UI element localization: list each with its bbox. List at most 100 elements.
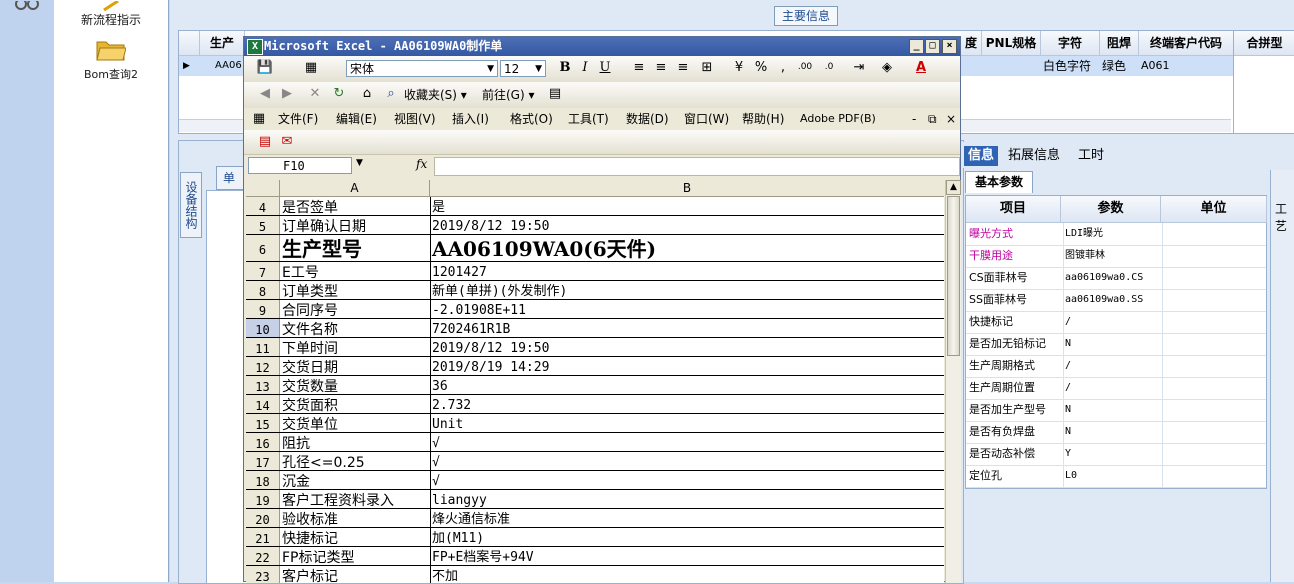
cell-label[interactable]: 客户标记	[280, 566, 431, 583]
cell-value[interactable]: √	[430, 452, 942, 470]
param-row[interactable]: 生产周期格式 /	[966, 355, 1266, 378]
cell-label[interactable]: 交货日期	[280, 357, 431, 375]
param-value[interactable]: N	[1062, 333, 1163, 355]
cell-value[interactable]: 烽火通信标准	[430, 509, 942, 527]
tab-basic-params[interactable]: 基本参数	[965, 171, 1033, 193]
param-unit[interactable]	[1162, 289, 1265, 311]
cell-value[interactable]: 1201427	[430, 262, 942, 280]
excel-doc-icon[interactable]: ▦	[250, 110, 268, 127]
forward-icon[interactable]: ▶	[278, 85, 296, 102]
menu-edit[interactable]: 编辑(E)	[336, 110, 377, 128]
menu-window[interactable]: 窗口(W)	[684, 110, 729, 128]
merge-center-icon[interactable]: ⊞	[698, 59, 716, 76]
folder-icon[interactable]	[96, 36, 127, 62]
param-unit[interactable]	[1162, 311, 1265, 333]
param-value[interactable]: aa06109wa0.CS	[1062, 267, 1163, 289]
home-icon[interactable]: ⌂	[358, 85, 376, 102]
param-row[interactable]: 快捷标记 /	[966, 311, 1266, 334]
comma-icon[interactable]: ,	[774, 59, 792, 76]
cell-label[interactable]: 订单类型	[280, 281, 431, 299]
tab-info[interactable]: 信息	[964, 146, 998, 166]
row-number[interactable]: 19	[246, 490, 280, 508]
excel-title-bar[interactable]: X Microsoft Excel - AA06109WA0制作单 _ □ ×	[244, 37, 960, 56]
font-color-icon[interactable]: A	[912, 59, 930, 76]
param-row[interactable]: 是否动态补偿 Y	[966, 443, 1266, 466]
cell-label[interactable]: 交货数量	[280, 376, 431, 394]
fill-color-icon[interactable]: ◈	[878, 59, 896, 76]
param-unit[interactable]	[1162, 333, 1265, 355]
param-unit[interactable]	[1162, 355, 1265, 377]
cell-value[interactable]: 加(M11)	[430, 528, 942, 546]
align-left-icon[interactable]: ≡	[630, 59, 648, 76]
row-number[interactable]: 17	[246, 452, 280, 470]
select-all-corner[interactable]	[246, 180, 280, 196]
italic-button[interactable]: I	[576, 59, 594, 76]
param-unit[interactable]	[1162, 465, 1265, 487]
param-unit[interactable]	[1162, 223, 1265, 245]
cell-label[interactable]: 快捷标记	[280, 528, 431, 546]
param-value[interactable]: N	[1062, 421, 1163, 443]
formula-input[interactable]	[434, 157, 960, 176]
row-number[interactable]: 16	[246, 433, 280, 451]
percent-icon[interactable]: %	[752, 59, 770, 76]
grid-header[interactable]: PNL规格	[982, 31, 1041, 56]
pdf-icon[interactable]: ▤	[256, 133, 274, 150]
grid-cell[interactable]: AA06	[215, 56, 245, 76]
cell-value[interactable]: 7202461R1B	[430, 319, 942, 337]
param-value[interactable]: /	[1062, 311, 1163, 333]
grid-header[interactable]: 阻焊	[1100, 31, 1139, 56]
save-icon[interactable]: 💾	[256, 59, 274, 76]
underline-button[interactable]: U	[596, 59, 614, 76]
param-unit[interactable]	[1162, 421, 1265, 443]
menu-adobe-pdf[interactable]: Adobe PDF(B)	[800, 110, 876, 128]
row-number[interactable]: 4	[246, 197, 280, 215]
cell-value[interactable]: 是	[430, 197, 942, 215]
row-number[interactable]: 18	[246, 471, 280, 489]
row-number[interactable]: 9	[246, 300, 280, 318]
row-number[interactable]: 20	[246, 509, 280, 527]
pdf-mail-icon[interactable]: ✉	[278, 133, 296, 150]
cell-label[interactable]: E工号	[280, 262, 431, 280]
tab-main-info[interactable]: 主要信息	[774, 6, 838, 26]
cell-label[interactable]: 交货单位	[280, 414, 431, 432]
align-center-icon[interactable]: ≡	[652, 59, 670, 76]
menu-format[interactable]: 格式(O)	[510, 110, 553, 128]
row-number[interactable]: 7	[246, 262, 280, 280]
glasses-icon[interactable]	[14, 0, 40, 10]
font-name-select[interactable]: 宋体 ▼	[346, 60, 498, 77]
param-row[interactable]: 生产周期位置 /	[966, 377, 1266, 400]
tab-extended-info[interactable]: 拓展信息	[1008, 146, 1060, 166]
picture-icon[interactable]: ▦	[302, 59, 320, 76]
grid-header[interactable]: 字符	[1041, 31, 1100, 56]
menu-data[interactable]: 数据(D)	[626, 110, 669, 128]
row-number[interactable]: 21	[246, 528, 280, 546]
font-size-select[interactable]: 12 ▼	[500, 60, 546, 77]
grid-header[interactable]: 合拼型	[1234, 31, 1294, 56]
refresh-icon[interactable]: ↻	[330, 85, 348, 102]
grid-cell[interactable]: 绿色	[1102, 56, 1138, 76]
menu-file[interactable]: 文件(F)	[278, 110, 318, 128]
minimize-icon[interactable]: _	[909, 39, 924, 54]
cell-value[interactable]: √	[430, 471, 942, 489]
cell-label[interactable]: 阻抗	[280, 433, 431, 451]
cell-label[interactable]: 验收标准	[280, 509, 431, 527]
cell-label[interactable]: 订单确认日期	[280, 216, 431, 234]
sheet-vscrollbar[interactable]: ▲	[945, 180, 961, 583]
cell-value[interactable]: FP+E档案号+94V	[430, 547, 942, 565]
column-header-b[interactable]: B	[430, 180, 944, 196]
cell-label[interactable]: 是否签单	[280, 197, 431, 215]
doc-minimize-icon[interactable]: -	[912, 110, 916, 128]
cell-label[interactable]: 交货面积	[280, 395, 431, 413]
launcher-item-label[interactable]: 新流程指示	[54, 11, 168, 28]
param-row[interactable]: CS面菲林号 aa06109wa0.CS	[966, 267, 1266, 290]
row-number[interactable]: 11	[246, 338, 280, 356]
param-value[interactable]: LDI曝光	[1062, 223, 1163, 245]
menu-view[interactable]: 视图(V)	[394, 110, 436, 128]
param-row[interactable]: 曝光方式 LDI曝光	[966, 223, 1266, 246]
tab-equipment-structure[interactable]: 设备结构	[180, 172, 202, 238]
cell-value[interactable]: 2019/8/12 19:50	[430, 216, 942, 234]
stop-icon[interactable]: ✕	[306, 85, 324, 102]
row-number[interactable]: 14	[246, 395, 280, 413]
cell-label[interactable]: 文件名称	[280, 319, 431, 337]
param-header-item[interactable]: 项目	[966, 196, 1061, 223]
